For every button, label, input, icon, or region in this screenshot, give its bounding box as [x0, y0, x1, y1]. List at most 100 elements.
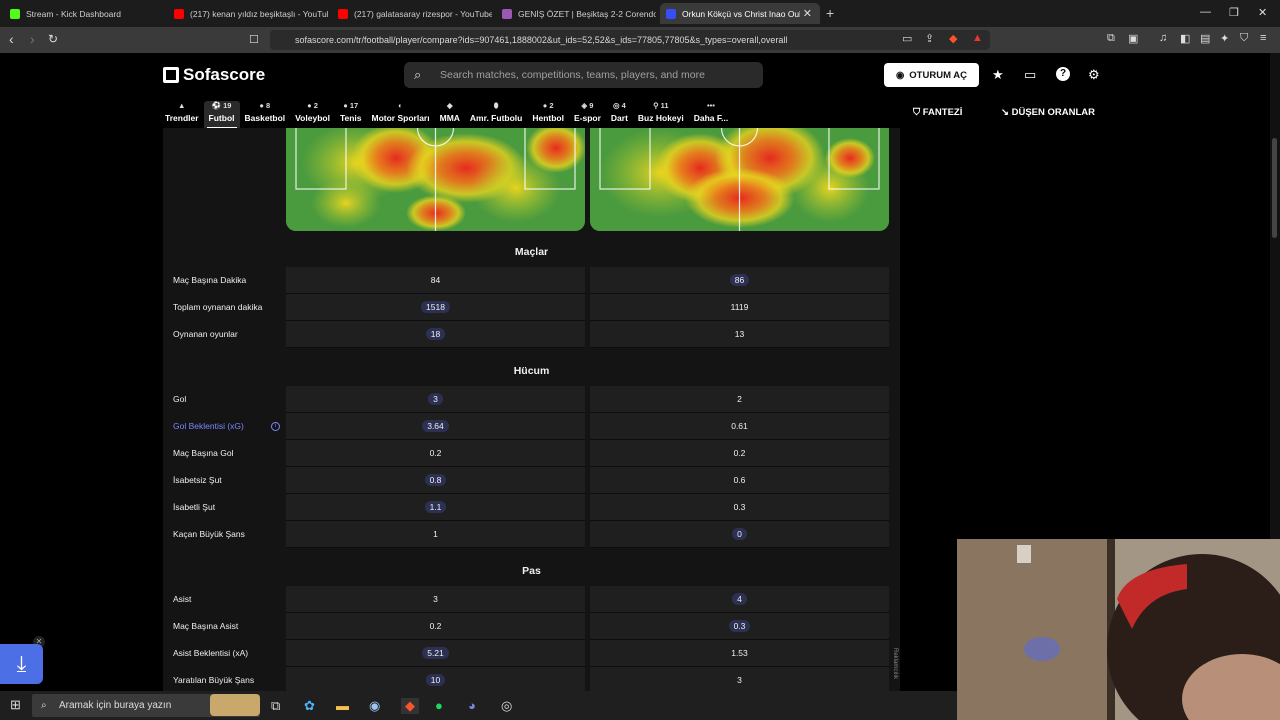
panel-icon[interactable]: ◧ — [1180, 32, 1190, 45]
user-icon: ◉ — [896, 69, 905, 81]
browser-tab-bar: Stream - Kick Dashboard (217) kenan yıld… — [0, 0, 1280, 27]
help-icon[interactable]: ? — [1056, 67, 1070, 81]
esports-icon: ◈ — [581, 101, 588, 110]
browser-tab-active[interactable]: Orkun Kökçü vs Christ Inao Oulaï ✕ — [660, 3, 820, 24]
stat-value-player-1: 10 — [286, 667, 585, 691]
stat-value-player-2: 1.53 — [590, 640, 889, 667]
discord-icon[interactable]: ◕ — [468, 698, 476, 713]
webcam-overlay — [957, 539, 1280, 720]
scrollbar-thumb[interactable] — [1272, 138, 1277, 238]
rewards-icon[interactable]: ▲ — [972, 32, 983, 44]
task-view-icon[interactable]: ⧉ — [271, 698, 280, 714]
stat-row: Yaratılan Büyük Şans 10 3 — [163, 667, 900, 691]
stat-value-player-2: 0.61 — [590, 413, 889, 440]
info-icon[interactable]: i — [271, 422, 280, 431]
browser-tab[interactable]: (217) kenan yıldız beşiktaşlı - YouTube — [168, 3, 328, 24]
close-tab-icon[interactable]: ✕ — [803, 7, 812, 20]
browser-tab[interactable]: (217) galatasaray rizespor - YouTube — [332, 3, 492, 24]
sport-tab-futbol[interactable]: ⚽ 19 Futbol — [203, 101, 240, 129]
sport-tab-amr-futbolu[interactable]: ⬮ Amr. Futbolu — [465, 101, 527, 129]
fantasy-icon: ⛉ — [913, 107, 921, 118]
wallet-icon[interactable]: ▤ — [1200, 32, 1210, 45]
sport-tab-motor[interactable]: ◐ Motor Sporları — [367, 101, 435, 129]
window-close-icon[interactable]: ✕ — [1258, 6, 1267, 19]
login-button[interactable]: ◉ OTURUM AÇ — [884, 63, 979, 87]
search-icon: ⌕ — [414, 67, 422, 82]
sport-tab-buz-hokeyi[interactable]: ⚲ 11 Buz Hokeyi — [633, 101, 689, 129]
stat-value-player-1: 0.2 — [286, 613, 585, 640]
search-icon: ⌕ — [41, 700, 47, 711]
search-highlight-icon — [210, 694, 260, 716]
section-title-attack: Hücum — [513, 365, 550, 377]
stat-row: Kaçan Büyük Şans 1 0 — [163, 521, 900, 548]
sport-tab-mma[interactable]: ◆ MMA — [435, 101, 465, 129]
search-input[interactable]: ⌕ Search matches, competitions, teams, pl… — [404, 62, 763, 88]
stat-value-player-1: 3 — [286, 386, 585, 413]
sport-tab-basketbol[interactable]: ● 8 Basketbol — [240, 101, 291, 129]
stat-value-player-1: 3.64 — [286, 413, 585, 440]
cast-icon[interactable]: ▭ — [902, 32, 912, 45]
extensions-icon[interactable]: ⧉ — [1107, 32, 1115, 45]
heatmap-player-1 — [286, 128, 585, 231]
browser-tab[interactable]: GENİŞ ÖZET | Beşiktaş 2-2 Corendon — [496, 3, 656, 24]
ai-icon[interactable]: ✦ — [1220, 32, 1229, 45]
stat-label: Maç Başına Asist — [173, 621, 239, 631]
steam-icon[interactable]: ◉ — [369, 698, 380, 714]
file-explorer-icon[interactable]: ▬ — [336, 698, 349, 713]
settings-gear-icon[interactable]: ⚙ — [1088, 67, 1100, 83]
spotify-icon[interactable]: ● — [435, 698, 443, 713]
darts-icon: ◎ — [613, 101, 620, 110]
youtube-icon — [174, 8, 184, 19]
menu-icon[interactable]: ≡ — [1260, 32, 1266, 44]
brave-shield-icon[interactable]: ◆ — [949, 32, 957, 45]
copilot-icon[interactable]: ✿ — [304, 698, 315, 714]
stat-label-link[interactable]: Gol Beklentisi (xG) — [173, 413, 244, 440]
ad-label: Reklamcılık — [892, 648, 898, 680]
vpn-icon[interactable]: ⛉ — [1240, 32, 1248, 45]
download-button[interactable]: ⤓ — [0, 644, 43, 684]
mma-icon: ◆ — [446, 101, 453, 110]
sport-tab-dart[interactable]: ◎ 4 Dart — [606, 101, 633, 129]
brave-browser-icon[interactable]: ◆ — [401, 698, 419, 714]
stat-label: Kaçan Büyük Şans — [173, 529, 245, 539]
music-icon[interactable]: ♫ — [1159, 32, 1167, 44]
back-icon[interactable]: ‹ — [9, 31, 14, 47]
stat-value-player-2: 0.6 — [590, 467, 889, 494]
minimize-icon[interactable]: — — [1200, 6, 1211, 18]
browser-tab[interactable]: Stream - Kick Dashboard — [4, 3, 164, 24]
page-icon — [502, 8, 512, 19]
stat-label: Toplam oynanan dakika — [173, 302, 263, 312]
stat-row: Maç Başına Gol 0.2 0.2 — [163, 440, 900, 467]
reload-icon[interactable]: ↻ — [48, 32, 58, 46]
favorites-star-icon[interactable]: ★ — [992, 67, 1004, 83]
address-toolbar: ‹ › ↻ ☐ sofascore.com/tr/football/player… — [0, 27, 1280, 53]
sport-tab-hentbol[interactable]: ● 2 Hentbol — [527, 101, 569, 129]
sport-tab-voleybol[interactable]: ● 2 Voleybol — [290, 101, 335, 129]
bookmark-icon[interactable]: ☐ — [249, 33, 259, 46]
sport-tab-espor[interactable]: ◈ 9 E-spor — [569, 101, 606, 129]
forward-icon[interactable]: › — [30, 31, 35, 47]
windows-start-icon[interactable]: ⊞ — [10, 697, 21, 713]
stat-value-player-1: 18 — [286, 321, 585, 348]
sofascore-logo[interactable]: Sofascore — [163, 65, 265, 85]
stat-value-player-2: 0.3 — [590, 494, 889, 521]
sport-tab-more[interactable]: ••• Daha F... — [689, 101, 733, 129]
stat-value-player-2: 2 — [590, 386, 889, 413]
american-football-icon: ⬮ — [493, 101, 499, 110]
restore-icon[interactable]: ❐ — [1229, 6, 1239, 19]
obs-icon[interactable]: ◎ — [501, 698, 512, 714]
url-field[interactable]: sofascore.com/tr/football/player/compare… — [270, 30, 990, 50]
stat-label: Gol — [173, 394, 187, 404]
football-icon: ⚽ — [211, 101, 221, 110]
stat-value-player-2: 3 — [590, 667, 889, 691]
stat-value-player-2: 86 — [590, 267, 889, 294]
sidebar-icon[interactable]: ▣ — [1128, 32, 1138, 45]
sport-tab-tenis[interactable]: ● 17 Tenis — [335, 101, 367, 129]
dropping-odds-link[interactable]: ↘ DÜŞEN ORANLAR — [1001, 107, 1095, 118]
stat-row: İsabetli Şut 1.1 0.3 — [163, 494, 900, 521]
tv-icon[interactable]: ▭ — [1024, 67, 1036, 83]
share-icon[interactable]: ⇪ — [925, 32, 934, 45]
sport-tab-trendler[interactable]: ▲ Trendler — [160, 101, 204, 129]
new-tab-icon[interactable]: + — [826, 5, 834, 21]
fantasy-link[interactable]: ⛉ FANTEZİ — [913, 107, 962, 118]
